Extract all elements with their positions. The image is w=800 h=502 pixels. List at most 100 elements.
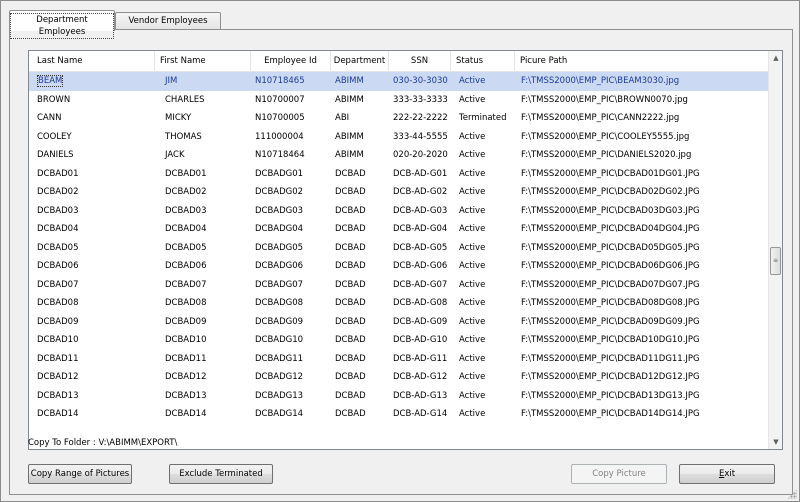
table-row[interactable]: DCBAD04 DCBAD04 DCBADG04 DCBAD DCB-AD-G04 Act… (29, 220, 769, 239)
cell-status: Active (459, 187, 486, 197)
cell-department: ABI (335, 113, 350, 123)
cell-last-name: DCBAD05 (37, 242, 79, 253)
exclude-terminated-button[interactable]: Exclude Terminated (169, 464, 273, 484)
cell-ssn: DCB-AD-G02 (393, 187, 448, 197)
cell-ssn: 333-33-3333 (393, 94, 448, 105)
cell-employee-id: DCBADG01 (255, 168, 304, 179)
copy-to-folder-path: V:\ABIMM\EXPORT\ (98, 438, 178, 448)
column-header-picture-path[interactable]: Picure Path (515, 51, 769, 72)
column-header-first-name[interactable]: First Name (155, 51, 251, 72)
exit-button[interactable]: Exit (679, 464, 775, 484)
employee-pictures-window: Department Employees Vendor Employees La… (0, 0, 800, 502)
cell-last-name: DCBAD03 (37, 205, 79, 216)
cell-status: Active (459, 205, 486, 216)
cell-first-name: THOMAS (165, 131, 202, 142)
cell-picture-path: F:\TMSS2000\EMP_PIC\DCBAD11DG11.JPG (521, 353, 700, 364)
table-row[interactable]: DCBAD01 DCBAD01 DCBADG01 DCBAD DCB-AD-G01 Act… (29, 165, 769, 184)
cell-ssn: 030-30-3030 (393, 76, 448, 86)
table-row[interactable]: DCBAD11 DCBAD11 DCBADG11 DCBAD DCB-AD-G11 Act… (29, 350, 769, 369)
cell-last-name: DCBAD02 (37, 187, 79, 197)
cell-department: DCBAD (335, 205, 366, 216)
table-row[interactable]: DCBAD07 DCBAD07 DCBADG07 DCBAD DCB-AD-G07 Act… (29, 276, 769, 295)
column-header-last-name[interactable]: Last Name (29, 51, 155, 72)
cell-ssn: DCB-AD-G13 (393, 390, 448, 401)
cell-ssn: DCB-AD-G07 (393, 279, 448, 290)
column-header-employee-id[interactable]: Employee Id (251, 51, 331, 72)
cell-employee-id: DCBADG14 (255, 409, 304, 419)
cell-department: DCBAD (335, 316, 366, 327)
copy-range-of-pictures-button[interactable]: Copy Range of Pictures (28, 464, 132, 484)
table-row[interactable]: BEAM JIM N10718465 ABIMM 030-30-3030 Active F:… (29, 72, 769, 91)
table-row[interactable]: DCBAD14 DCBAD14 DCBADG14 DCBAD DCB-AD-G14 Act… (29, 405, 769, 424)
cell-last-name: DCBAD08 (37, 298, 79, 308)
cell-picture-path: F:\TMSS2000\EMP_PIC\BROWN0070.jpg (521, 94, 688, 105)
cell-ssn: DCB-AD-G01 (393, 168, 448, 179)
table-row[interactable]: DCBAD02 DCBAD02 DCBADG02 DCBAD DCB-AD-G02 Act… (29, 183, 769, 202)
table-row[interactable]: DCBAD03 DCBAD03 DCBADG03 DCBAD DCB-AD-G03 Act… (29, 202, 769, 221)
vertical-scrollbar[interactable]: ▲ ≡ ▼ (768, 51, 782, 449)
cell-first-name: JIM (165, 76, 178, 86)
cell-last-name: BROWN (37, 94, 71, 105)
cell-picture-path: F:\TMSS2000\EMP_PIC\DCBAD01DG01.JPG (521, 168, 700, 179)
copy-picture-button[interactable]: Copy Picture (571, 464, 667, 484)
scroll-thumb[interactable]: ≡ (770, 247, 781, 275)
cell-picture-path: F:\TMSS2000\EMP_PIC\DCBAD14DG14.JPG (521, 409, 700, 419)
cell-picture-path: F:\TMSS2000\EMP_PIC\DCBAD12DG12.JPG (521, 372, 700, 382)
cell-first-name: DCBAD03 (165, 205, 207, 216)
table-row[interactable]: DCBAD08 DCBAD08 DCBADG08 DCBAD DCB-AD-G08 Act… (29, 294, 769, 313)
table-row[interactable]: DCBAD13 DCBAD13 DCBADG13 DCBAD DCB-AD-G13 Act… (29, 387, 769, 406)
cell-employee-id: DCBADG04 (255, 224, 304, 234)
scroll-down-arrow-icon[interactable]: ▼ (769, 435, 782, 449)
cell-picture-path: F:\TMSS2000\EMP_PIC\DCBAD04DG04.JPG (521, 224, 700, 234)
cell-employee-id: N10718464 (255, 150, 305, 160)
cell-employee-id: N10718465 (255, 76, 305, 86)
tab-vendor-employees-label: Vendor Employees (128, 16, 208, 26)
exit-label-rest: xit (724, 469, 736, 479)
cell-first-name: DCBAD09 (165, 316, 207, 327)
table-row[interactable]: DCBAD10 DCBAD10 DCBADG10 DCBAD DCB-AD-G10 Act… (29, 331, 769, 350)
table-row[interactable]: BROWN CHARLES N10700007 ABIMM 333-33-3333 Act… (29, 91, 769, 110)
table-row[interactable]: COOLEY THOMAS 111000004 ABIMM 333-44-5555 Act… (29, 128, 769, 147)
cell-status: Active (459, 390, 486, 401)
cell-first-name: MICKY (165, 113, 192, 123)
cell-picture-path: F:\TMSS2000\EMP_PIC\DCBAD05DG05.JPG (521, 242, 700, 253)
cell-department: DCBAD (335, 409, 366, 419)
cell-picture-path: F:\TMSS2000\EMP_PIC\CANN2222.jpg (521, 113, 680, 123)
cell-department: DCBAD (335, 224, 366, 234)
cell-department: DCBAD (335, 261, 366, 271)
cell-employee-id: DCBADG12 (255, 372, 304, 382)
grid-header: Last Name First Name Employee Id Departm… (29, 51, 769, 72)
cell-department: ABIMM (335, 150, 364, 160)
cell-picture-path: F:\TMSS2000\EMP_PIC\DCBAD06DG06.JPG (521, 261, 700, 271)
cell-first-name: DCBAD01 (165, 168, 207, 179)
column-header-status[interactable]: Status (451, 51, 515, 72)
table-row[interactable]: DCBAD05 DCBAD05 DCBADG05 DCBAD DCB-AD-G05 Act… (29, 239, 769, 258)
scroll-up-arrow-icon[interactable]: ▲ (769, 51, 782, 65)
cell-first-name: JACK (165, 150, 185, 160)
table-row[interactable]: DCBAD12 DCBAD12 DCBADG12 DCBAD DCB-AD-G12 Act… (29, 368, 769, 387)
table-row[interactable]: DCBAD09 DCBAD09 DCBADG09 DCBAD DCB-AD-G09 Act… (29, 313, 769, 332)
cell-last-name: DCBAD13 (37, 390, 79, 401)
cell-ssn: DCB-AD-G04 (393, 224, 448, 234)
cell-status: Active (459, 131, 486, 142)
column-header-department[interactable]: Department (331, 51, 389, 72)
cell-first-name: DCBAD07 (165, 279, 207, 290)
cell-last-name: DCBAD07 (37, 279, 79, 290)
column-header-ssn[interactable]: SSN (389, 51, 451, 72)
cell-employee-id: DCBADG07 (255, 279, 304, 290)
cell-first-name: DCBAD14 (165, 409, 207, 419)
cell-status: Active (459, 372, 486, 382)
cell-status: Active (459, 76, 486, 86)
table-row[interactable]: DCBAD06 DCBAD06 DCBADG06 DCBAD DCB-AD-G06 Act… (29, 257, 769, 276)
cell-last-name: BEAM (37, 72, 157, 91)
tab-department-employees[interactable]: Department Employees (9, 10, 115, 39)
cell-last-name: DCBAD04 (37, 224, 79, 234)
cell-department: DCBAD (335, 390, 366, 401)
table-row[interactable]: DANIELS JACK N10718464 ABIMM 020-20-2020 Acti… (29, 146, 769, 165)
cell-department: ABIMM (335, 131, 364, 142)
employee-grid[interactable]: Last Name First Name Employee Id Departm… (28, 50, 783, 450)
cell-ssn: DCB-AD-G03 (393, 205, 448, 216)
tab-vendor-employees[interactable]: Vendor Employees (115, 12, 221, 30)
table-row[interactable]: CANN MICKY N10700005 ABI 222-22-2222 Terminat… (29, 109, 769, 128)
cell-last-name: CANN (37, 113, 62, 123)
